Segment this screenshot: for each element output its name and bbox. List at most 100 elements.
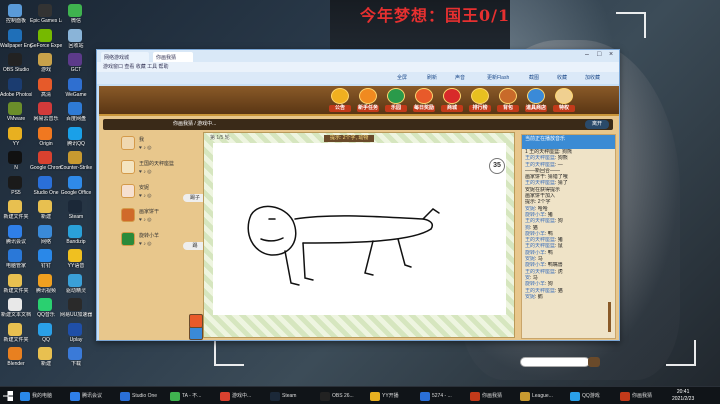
eraser-tool-icon[interactable] [189,314,203,328]
sound-button[interactable]: 声音 [455,74,465,82]
browser-tab-home[interactable]: 网络游戏城 [101,52,149,62]
desktop-app-icon[interactable] [68,151,82,164]
taskbar-app[interactable]: 你画我猜 [618,390,666,403]
update-flash-button[interactable]: 更新Flash [487,74,509,82]
desktop-app-icon[interactable] [8,322,22,336]
taskbar-app[interactable]: 腾讯会议 [68,390,116,403]
browser-menu-bar[interactable]: 游戏窗口 查看 收藏 工具 帮助 [97,62,619,72]
desktop-app-icon[interactable] [38,249,52,262]
desktop-app-label: Bandizip [66,238,86,245]
taskbar-app[interactable]: TA - 不... [168,390,216,403]
desktop-app-icon[interactable] [8,298,22,311]
minimize-icon[interactable]: – [585,51,589,58]
desktop-app-icon[interactable] [68,322,82,336]
desktop-app-icon[interactable] [68,224,82,238]
desktop-app-icon[interactable] [8,102,22,115]
taskbar-app[interactable]: Studio One [118,390,166,403]
leave-button[interactable]: 离开 [585,120,609,129]
desktop-app-icon[interactable] [8,77,22,91]
desktop-app-icon[interactable] [8,175,22,189]
fullscreen-button[interactable]: 全屏 [397,74,407,82]
desktop-app-label: 新建 [40,361,51,367]
taskbar-app[interactable]: League... [518,390,566,403]
taskbar-app[interactable]: 我的电脑 [18,390,66,403]
desktop-app-icon[interactable] [8,28,22,42]
brush-tool-icon[interactable] [189,326,203,340]
desktop-app-icon[interactable] [68,200,82,213]
desktop-app-icon[interactable] [68,347,82,360]
desktop-app-icon[interactable] [8,249,22,262]
taskbar-app[interactable]: 5274 - ... [418,390,466,403]
desktop-app-icon[interactable] [68,298,82,311]
desktop-app-icon[interactable] [68,175,82,189]
banner-daily-reward-button[interactable]: 每日奖励 [413,88,435,114]
taskbar-app[interactable]: 你画我猜 [468,390,516,403]
taskbar-app[interactable]: QQ游戏 [568,390,616,403]
desktop-app-icon[interactable] [8,151,22,164]
desktop-app-icon[interactable] [8,273,22,287]
desktop-app-icon[interactable] [38,77,52,91]
banner-paradise-button[interactable]: 乐园 [385,88,407,114]
banner-privilege-button[interactable]: 特权 [553,88,575,114]
browser-tab-game[interactable]: 你画我猜 [153,52,193,62]
clock-date: 2021/2/23 [672,396,695,402]
desktop-app-label: 百度网盘 [65,116,86,122]
taskbar-app[interactable]: YY开播 [368,390,416,403]
desktop-app-icon[interactable] [8,53,22,66]
player-slot[interactable]: 安妮 ♥ ♪ ◎ 踢子 [117,184,209,210]
close-icon[interactable]: × [609,51,613,58]
desktop-app-icon[interactable] [38,224,52,238]
player-slot[interactable]: 画家饼干 ♥ ♪ ◎ [117,208,209,234]
banner-ranking-button[interactable]: 排行榜 [469,88,491,114]
desktop-app-icon[interactable] [38,273,52,287]
banner-item-shop-button[interactable]: 道具商店 [525,88,547,114]
desktop-app-icon[interactable] [68,126,82,140]
banner-shop-button[interactable]: 商城 [441,88,463,114]
desktop-app-icon[interactable] [68,273,82,287]
desktop-app-icon[interactable] [38,298,52,311]
desktop-app-icon[interactable] [38,175,52,189]
chat-send-button[interactable] [588,357,600,367]
desktop-app-icon[interactable] [68,53,82,66]
player-slot[interactable]: 王国的天秤座篮 ♥ ♪ ◎ [117,160,209,186]
add-favorite-button[interactable]: 加收藏 [585,74,600,82]
windows-start-icon[interactable] [3,391,13,401]
maximize-icon[interactable]: □ [597,51,601,58]
screenshot-button[interactable]: 截图 [529,74,539,82]
desktop-app-icon[interactable] [8,224,22,238]
desktop-app-icon[interactable] [68,249,82,262]
banner-backpack-button[interactable]: 背包 [497,88,519,114]
desktop-app-icon[interactable] [8,126,22,140]
desktop-app-icon[interactable] [38,322,52,336]
taskbar-app[interactable]: Steam [268,390,316,403]
refresh-button[interactable]: 刷新 [427,74,437,82]
desktop-app-label: Origin [39,140,53,147]
favorite-button[interactable]: 收藏 [557,74,567,82]
desktop-app-icon[interactable] [38,102,52,115]
desktop-app-icon[interactable] [8,347,22,360]
player-slot[interactable]: 我 ♥ ♪ ◎ [117,136,209,162]
desktop-app-icon[interactable] [68,77,82,91]
desktop-app-icon[interactable] [38,151,52,164]
banner-notice-button[interactable]: 公告 [329,88,351,114]
desktop-app-icon[interactable] [8,4,22,17]
desktop-app-icon[interactable] [38,200,52,213]
desktop-app-icon[interactable] [8,200,22,213]
banner-newbie-task-button[interactable]: 新手任务 [357,88,379,114]
desktop-app-icon[interactable] [68,4,82,17]
desktop-app-icon[interactable] [38,53,52,66]
system-clock[interactable]: 20:41 2021/2/23 [672,389,694,403]
taskbar-app[interactable]: OBS 26... [318,390,366,403]
chat-scrollbar[interactable] [608,302,611,332]
taskbar-app[interactable]: 游戏中... [218,390,266,403]
desktop-app-icon[interactable] [68,28,82,42]
desktop-app-icon[interactable] [38,28,52,42]
desktop-app-icon[interactable] [38,347,52,360]
desktop-app-icon[interactable] [38,4,52,17]
drawing-canvas[interactable] [213,143,506,315]
chat-input[interactable] [520,357,590,367]
desktop-app-icon[interactable] [38,126,52,140]
player-slot[interactable]: 旋转小羊 ♥ ♪ ◎ 踢 [117,232,209,258]
desktop-app-label: 网络 [40,238,51,245]
desktop-app-icon[interactable] [68,102,82,115]
